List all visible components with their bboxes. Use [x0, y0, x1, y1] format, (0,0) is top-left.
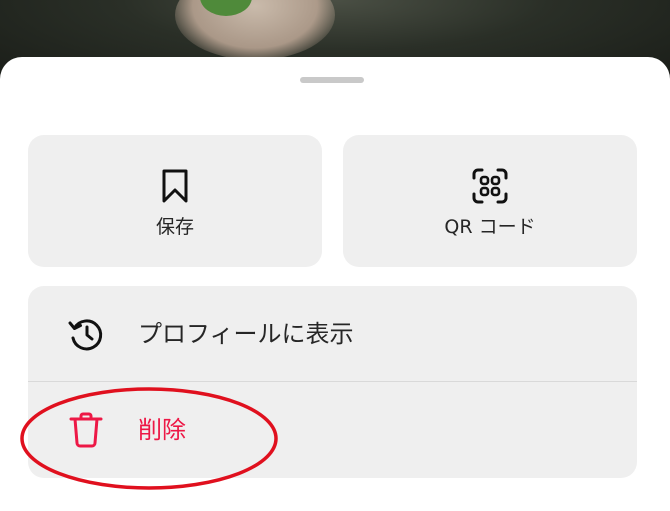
trash-icon: [69, 412, 103, 448]
delete-label: 削除: [138, 416, 186, 444]
photo-hand: [175, 0, 335, 60]
action-sheet: 保存 QR コード プロフィールに表示 削除: [0, 57, 670, 511]
qr-code-icon: [472, 168, 508, 203]
sheet-grabber-handle[interactable]: [300, 77, 364, 83]
options-list: プロフィールに表示 削除: [28, 286, 637, 478]
qr-code-label: QR コード: [444, 215, 536, 238]
show-in-profile-option[interactable]: プロフィールに表示: [28, 286, 637, 382]
save-label: 保存: [155, 215, 194, 238]
qr-code-button[interactable]: QR コード: [343, 135, 637, 267]
bookmark-icon: [162, 169, 188, 202]
save-button[interactable]: 保存: [28, 135, 322, 267]
history-icon: [68, 319, 103, 351]
show-in-profile-label: プロフィールに表示: [138, 320, 354, 348]
delete-option[interactable]: 削除: [28, 382, 637, 478]
